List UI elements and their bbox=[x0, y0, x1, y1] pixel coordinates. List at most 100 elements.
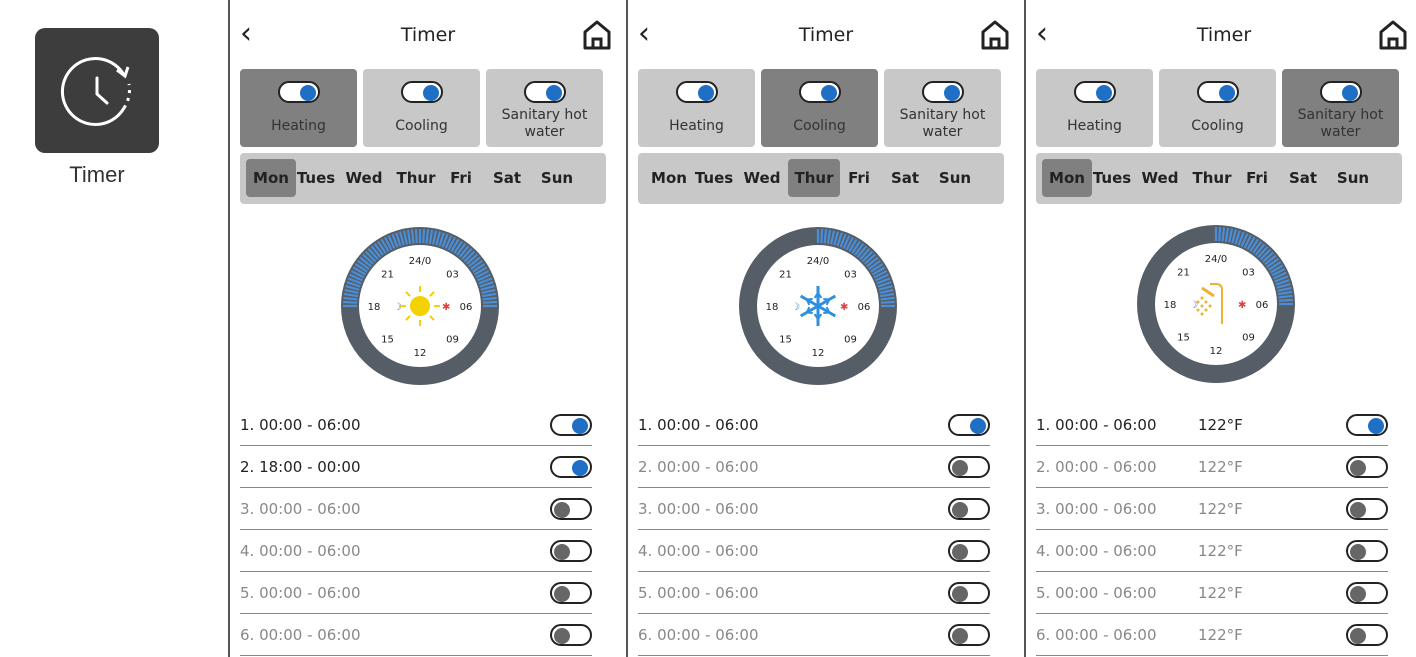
mode-toggle[interactable] bbox=[1073, 81, 1116, 103]
mode-tab-sanitary-hot-water[interactable]: Sanitary hot water bbox=[486, 69, 603, 147]
day-tab[interactable]: Fri bbox=[1238, 159, 1276, 197]
timer-screen: ‹ Timer Heating Cooling Sanitary hot water… bbox=[1026, 0, 1416, 657]
time-slot-toggle[interactable] bbox=[550, 624, 592, 646]
timer-dial[interactable]: 24/003060912151821☽ ✱ bbox=[728, 216, 908, 396]
time-slot-toggle[interactable] bbox=[948, 414, 990, 436]
home-icon[interactable] bbox=[1376, 18, 1410, 52]
mode-toggle[interactable] bbox=[675, 81, 718, 103]
time-slot-label: 6. 00:00 - 06:00 bbox=[1036, 626, 1157, 644]
home-icon[interactable] bbox=[580, 18, 614, 52]
day-tab[interactable]: Wed bbox=[1136, 159, 1184, 197]
time-slot-row[interactable]: 2. 00:00 - 06:00 bbox=[638, 446, 990, 488]
time-slot-row[interactable]: 6. 00:00 - 06:00 bbox=[240, 614, 592, 656]
mode-tab-heating[interactable]: Heating bbox=[638, 69, 755, 147]
time-slot-toggle[interactable] bbox=[1346, 582, 1388, 604]
day-tab[interactable]: Tues bbox=[292, 159, 340, 197]
time-slot-row[interactable]: 1. 00:00 - 06:00 122°F bbox=[1036, 404, 1388, 446]
day-tab[interactable]: Mon bbox=[246, 159, 296, 197]
time-slot-row[interactable]: 6. 00:00 - 06:00 bbox=[638, 614, 990, 656]
time-slot-toggle[interactable] bbox=[948, 582, 990, 604]
time-slot-toggle[interactable] bbox=[948, 456, 990, 478]
time-slot-toggle[interactable] bbox=[550, 414, 592, 436]
time-slot-toggle[interactable] bbox=[550, 582, 592, 604]
dial-hour-label: 09 bbox=[446, 335, 459, 346]
time-slot-row[interactable]: 1. 00:00 - 06:00 bbox=[240, 404, 592, 446]
time-slot-row[interactable]: 4. 00:00 - 06:00 bbox=[638, 530, 990, 572]
time-slot-toggle[interactable] bbox=[1346, 540, 1388, 562]
mode-label: Heating bbox=[669, 118, 724, 134]
home-icon[interactable] bbox=[978, 18, 1012, 52]
time-slot-row[interactable]: 4. 00:00 - 06:00 bbox=[240, 530, 592, 572]
mode-tab-heating[interactable]: Heating bbox=[240, 69, 357, 147]
mode-tab-sanitary-hot-water[interactable]: Sanitary hot water bbox=[884, 69, 1001, 147]
day-tab[interactable]: Tues bbox=[1088, 159, 1136, 197]
sun-icon bbox=[400, 286, 440, 326]
day-selector: Mon Tues Wed Thur Fri Sat Sun bbox=[240, 153, 606, 204]
day-tab[interactable]: Wed bbox=[340, 159, 388, 197]
day-tab[interactable]: Mon bbox=[1042, 159, 1092, 197]
timer-clock-icon bbox=[61, 57, 131, 126]
mode-tab-cooling[interactable]: Cooling bbox=[761, 69, 878, 147]
timer-dial[interactable]: 24/003060912151821☽ ✱ bbox=[330, 216, 510, 396]
day-tab[interactable]: Thur bbox=[390, 159, 442, 197]
mode-toggle[interactable] bbox=[798, 81, 841, 103]
time-slot-toggle[interactable] bbox=[948, 624, 990, 646]
time-slot-label: 2. 18:00 - 00:00 bbox=[240, 458, 361, 476]
toggle-knob bbox=[697, 85, 714, 101]
time-slot-row[interactable]: 2. 18:00 - 00:00 bbox=[240, 446, 592, 488]
day-tab[interactable]: Wed bbox=[738, 159, 786, 197]
day-tab[interactable]: Fri bbox=[442, 159, 480, 197]
active-time-arc[interactable] bbox=[343, 229, 497, 308]
mode-tab-cooling[interactable]: Cooling bbox=[1159, 69, 1276, 147]
time-slot-row[interactable]: 5. 00:00 - 06:00 bbox=[638, 572, 990, 614]
time-slot-row[interactable]: 4. 00:00 - 06:00 122°F bbox=[1036, 530, 1388, 572]
mode-label: Sanitary hot water bbox=[501, 107, 588, 140]
time-slot-toggle[interactable] bbox=[948, 540, 990, 562]
time-slot-toggle[interactable] bbox=[948, 498, 990, 520]
mode-toggle[interactable] bbox=[921, 81, 964, 103]
mode-tab-heating[interactable]: Heating bbox=[1036, 69, 1153, 147]
time-slot-toggle[interactable] bbox=[550, 498, 592, 520]
timer-dial[interactable]: 24/003060912151821☽ ✱ bbox=[1126, 214, 1306, 394]
day-tab[interactable]: Sun bbox=[930, 159, 980, 197]
dial-hour-label: 06 bbox=[460, 302, 473, 313]
time-slot-row[interactable]: 6. 00:00 - 06:00 122°F bbox=[1036, 614, 1388, 656]
time-slot-label: 4. 00:00 - 06:00 bbox=[1036, 542, 1157, 560]
day-tab[interactable]: Sun bbox=[532, 159, 582, 197]
day-tab[interactable]: Sat bbox=[486, 159, 528, 197]
toggle-knob bbox=[952, 544, 968, 560]
day-tab[interactable]: Sat bbox=[884, 159, 926, 197]
day-tab[interactable]: Thur bbox=[1186, 159, 1238, 197]
day-tab[interactable]: Fri bbox=[840, 159, 878, 197]
timer-app-button[interactable] bbox=[35, 28, 159, 153]
time-slot-row[interactable]: 5. 00:00 - 06:00 122°F bbox=[1036, 572, 1388, 614]
mode-toggle[interactable] bbox=[400, 81, 443, 103]
mode-toggle[interactable] bbox=[1319, 81, 1362, 103]
day-tab[interactable]: Mon bbox=[644, 159, 694, 197]
time-slot-toggle[interactable] bbox=[1346, 456, 1388, 478]
mode-label: Sanitary hot water bbox=[899, 107, 986, 140]
arc-tick bbox=[880, 300, 895, 304]
header: ‹ Timer bbox=[1026, 14, 1416, 58]
time-slot-row[interactable]: 2. 00:00 - 06:00 122°F bbox=[1036, 446, 1388, 488]
time-slot-toggle[interactable] bbox=[1346, 624, 1388, 646]
time-slot-toggle[interactable] bbox=[550, 456, 592, 478]
time-slot-row[interactable]: 3. 00:00 - 06:00 bbox=[638, 488, 990, 530]
time-slot-row[interactable]: 3. 00:00 - 06:00 122°F bbox=[1036, 488, 1388, 530]
day-tab[interactable]: Sat bbox=[1282, 159, 1324, 197]
mode-toggle[interactable] bbox=[1196, 81, 1239, 103]
mode-tab-cooling[interactable]: Cooling bbox=[363, 69, 480, 147]
mode-toggle[interactable] bbox=[277, 81, 320, 103]
day-tab[interactable]: Tues bbox=[690, 159, 738, 197]
time-slot-toggle[interactable] bbox=[1346, 498, 1388, 520]
time-slot-toggle[interactable] bbox=[550, 540, 592, 562]
mode-label: Sanitary hot water bbox=[1297, 107, 1384, 140]
time-slot-toggle[interactable] bbox=[1346, 414, 1388, 436]
time-slot-row[interactable]: 3. 00:00 - 06:00 bbox=[240, 488, 592, 530]
day-tab[interactable]: Sun bbox=[1328, 159, 1378, 197]
day-tab[interactable]: Thur bbox=[788, 159, 840, 197]
mode-tab-sanitary-hot-water[interactable]: Sanitary hot water bbox=[1282, 69, 1399, 147]
time-slot-row[interactable]: 5. 00:00 - 06:00 bbox=[240, 572, 592, 614]
time-slot-row[interactable]: 1. 00:00 - 06:00 bbox=[638, 404, 990, 446]
mode-toggle[interactable] bbox=[523, 81, 566, 103]
